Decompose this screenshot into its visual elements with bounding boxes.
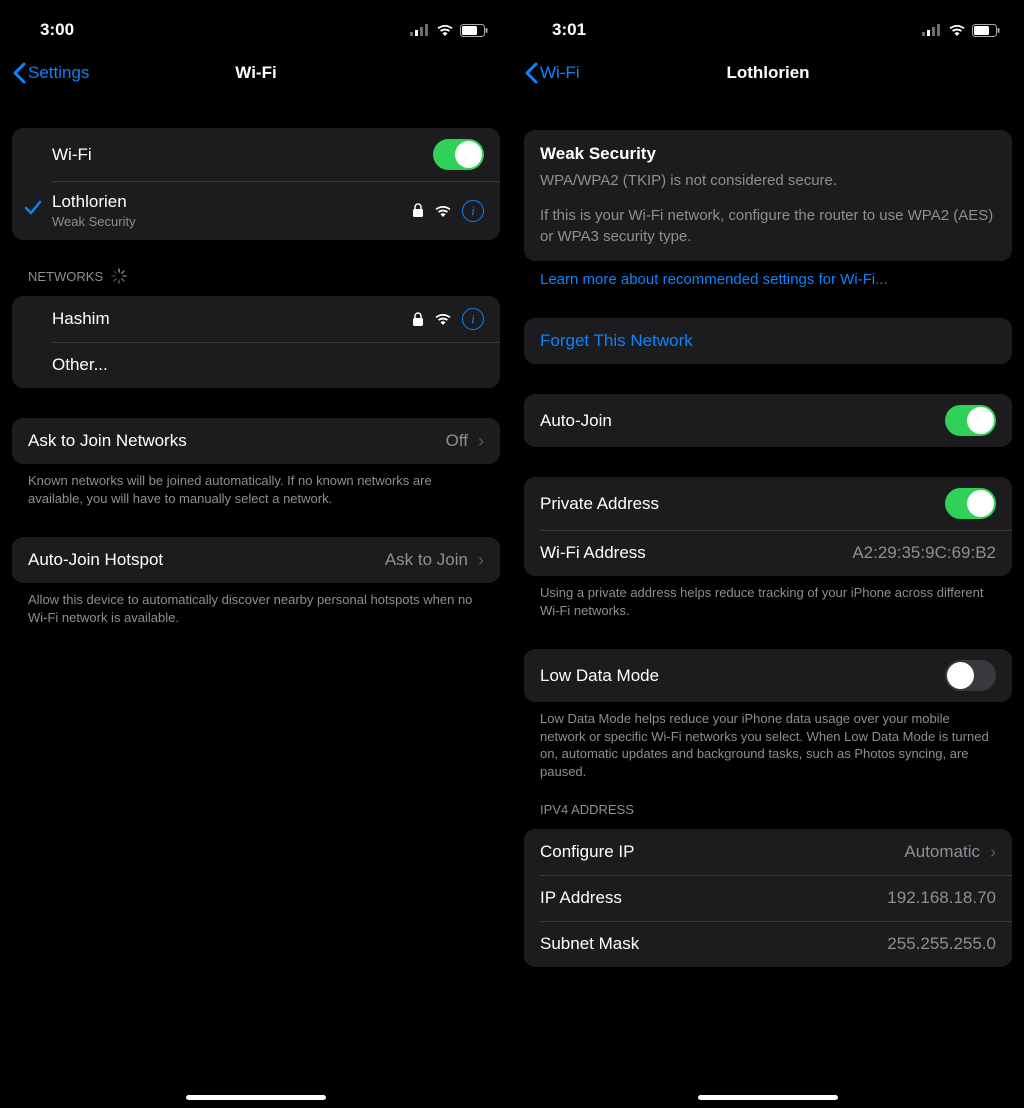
security-warning-line1: WPA/WPA2 (TKIP) is not considered secure… <box>540 170 996 191</box>
ask-to-join-row[interactable]: Ask to Join Networks Off › <box>12 418 500 464</box>
wifi-label: Wi-Fi <box>52 145 433 165</box>
chevron-left-icon <box>12 62 26 84</box>
low-data-mode-footer: Low Data Mode helps reduce your iPhone d… <box>524 702 1012 780</box>
back-button[interactable]: Settings <box>12 62 89 84</box>
lock-icon <box>412 203 424 218</box>
low-data-mode-row[interactable]: Low Data Mode <box>524 649 1012 702</box>
cellular-signal-icon <box>410 24 430 36</box>
other-network-row[interactable]: Other... <box>12 342 500 388</box>
subnet-mask-value: 255.255.255.0 <box>887 934 996 954</box>
lock-icon <box>412 312 424 327</box>
status-time: 3:01 <box>552 20 586 40</box>
low-data-mode-toggle[interactable] <box>945 660 996 691</box>
connected-network-sub: Weak Security <box>52 214 412 229</box>
networks-header: NETWORKS <box>12 268 500 284</box>
home-indicator[interactable] <box>186 1095 326 1100</box>
wifi-icon <box>948 24 966 36</box>
auto-join-hotspot-footer: Allow this device to automatically disco… <box>12 583 500 626</box>
wifi-toggle-row[interactable]: Wi-Fi <box>12 128 500 181</box>
auto-join-row[interactable]: Auto-Join <box>524 394 1012 447</box>
battery-icon <box>972 24 1000 37</box>
wifi-icon <box>436 24 454 36</box>
phone-network-details: 3:01 Wi-Fi Lothlorien Weak Security WPA/… <box>512 0 1024 1108</box>
back-button[interactable]: Wi-Fi <box>524 62 580 84</box>
status-bar: 3:01 <box>512 0 1024 48</box>
ipv4-header: IPV4 ADDRESS <box>524 802 1012 817</box>
spinner-icon <box>111 268 127 284</box>
private-address-row[interactable]: Private Address <box>524 477 1012 530</box>
ip-address-row: IP Address 192.168.18.70 <box>524 875 1012 921</box>
back-label: Wi-Fi <box>540 63 580 83</box>
ask-to-join-footer: Known networks will be joined automatica… <box>12 464 500 507</box>
chevron-right-icon: › <box>478 550 484 571</box>
private-address-toggle[interactable] <box>945 488 996 519</box>
info-icon[interactable]: i <box>462 200 484 222</box>
chevron-right-icon: › <box>478 431 484 452</box>
nav-title: Lothlorien <box>512 63 1024 83</box>
ip-address-value: 192.168.18.70 <box>887 888 996 908</box>
back-label: Settings <box>28 63 89 83</box>
cellular-signal-icon <box>922 24 942 36</box>
wifi-address-value: A2:29:35:9C:69:B2 <box>852 543 996 563</box>
security-warning-title: Weak Security <box>540 144 996 164</box>
chevron-right-icon: › <box>990 842 996 863</box>
security-warning-box: Weak Security WPA/WPA2 (TKIP) is not con… <box>524 130 1012 261</box>
battery-icon <box>460 24 488 37</box>
home-indicator[interactable] <box>698 1095 838 1100</box>
chevron-left-icon <box>524 62 538 84</box>
nav-bar: Settings Wi-Fi <box>0 48 512 98</box>
auto-join-toggle[interactable] <box>945 405 996 436</box>
learn-more-link[interactable]: Learn more about recommended settings fo… <box>524 261 1012 288</box>
connected-network-name: Lothlorien <box>52 192 412 212</box>
nav-bar: Wi-Fi Lothlorien <box>512 48 1024 98</box>
status-bar: 3:00 <box>0 0 512 48</box>
wifi-address-row: Wi-Fi Address A2:29:35:9C:69:B2 <box>524 530 1012 576</box>
subnet-mask-row: Subnet Mask 255.255.255.0 <box>524 921 1012 967</box>
network-row-hashim[interactable]: Hashim i <box>12 296 500 342</box>
phone-wifi-settings: 3:00 Settings Wi-Fi Wi-Fi <box>0 0 512 1108</box>
forget-network-button[interactable]: Forget This Network <box>524 318 1012 364</box>
status-time: 3:00 <box>40 20 74 40</box>
auto-join-hotspot-value: Ask to Join <box>385 550 468 570</box>
info-icon[interactable]: i <box>462 308 484 330</box>
configure-ip-value: Automatic <box>904 842 980 862</box>
security-warning-line2: If this is your Wi-Fi network, configure… <box>540 205 996 247</box>
private-address-footer: Using a private address helps reduce tra… <box>524 576 1012 619</box>
checkmark-icon <box>24 200 42 221</box>
connected-network-row[interactable]: Lothlorien Weak Security i <box>12 181 500 240</box>
wifi-signal-icon <box>434 313 452 325</box>
auto-join-hotspot-row[interactable]: Auto-Join Hotspot Ask to Join › <box>12 537 500 583</box>
configure-ip-row[interactable]: Configure IP Automatic › <box>524 829 1012 875</box>
ask-to-join-value: Off <box>446 431 468 451</box>
wifi-toggle[interactable] <box>433 139 484 170</box>
wifi-signal-icon <box>434 205 452 217</box>
